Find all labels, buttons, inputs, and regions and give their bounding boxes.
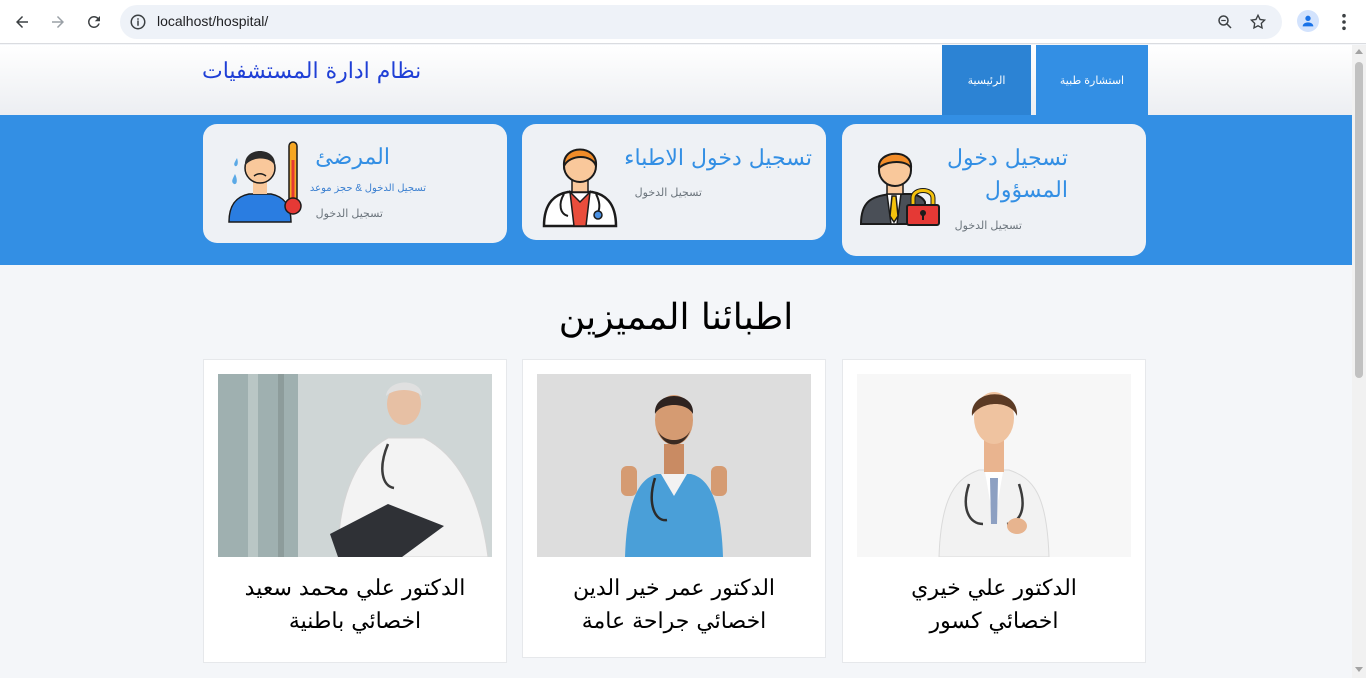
- doctor-name: الدكتور عمر خير الدين: [572, 576, 776, 601]
- patient-login-card[interactable]: المرضئ تسجيل الدخول & حجز موعد تسجيل الد…: [203, 124, 507, 243]
- kebab-menu-icon[interactable]: [1334, 8, 1354, 36]
- login-link[interactable]: تسجيل الدخول: [316, 207, 383, 220]
- doctor-specialty: اخصائي كسور: [929, 609, 1059, 634]
- url-text[interactable]: localhost/hospital/: [157, 13, 268, 29]
- reload-icon[interactable]: [76, 4, 112, 40]
- address-bar[interactable]: localhost/hospital/: [120, 5, 1282, 39]
- login-band: تسجيل دخول المسؤول تسجيل الدخول تسجيل دخ…: [0, 115, 1352, 265]
- page-content: نظام ادارة المستشفيات استشارة طبية الرئي…: [0, 45, 1352, 678]
- admin-login-card[interactable]: تسجيل دخول المسؤول تسجيل الدخول: [842, 124, 1146, 256]
- doctor-card[interactable]: الدكتور علي خيري اخصائي كسور: [842, 359, 1146, 663]
- card-subtitle: تسجيل الدخول & حجز موعد: [309, 183, 426, 194]
- doctor-card[interactable]: الدكتور علي محمد سعيد اخصائي باطنية: [203, 359, 507, 663]
- doctor-name: الدكتور علي محمد سعيد: [244, 576, 466, 601]
- arrow-right-icon[interactable]: [40, 4, 76, 40]
- site-brand[interactable]: نظام ادارة المستشفيات: [202, 59, 421, 84]
- card-title: تسجيل دخول المسؤول: [947, 146, 1068, 203]
- zoom-icon[interactable]: [1215, 12, 1235, 32]
- doctor-photo: [218, 374, 492, 557]
- scroll-up-icon[interactable]: [1355, 49, 1363, 54]
- info-icon[interactable]: [128, 12, 148, 32]
- card-title: تسجيل دخول الاطباء: [624, 146, 812, 171]
- doctor-login-card[interactable]: تسجيل دخول الاطباء تسجيل الدخول: [522, 124, 826, 240]
- doctor-photo: [857, 374, 1131, 557]
- doctor-icon: [542, 148, 618, 228]
- arrow-left-icon[interactable]: [4, 4, 40, 40]
- scroll-down-icon[interactable]: [1355, 667, 1363, 672]
- page-scrollbar[interactable]: [1352, 45, 1366, 678]
- doctor-specialty: اخصائي جراحة عامة: [581, 609, 767, 634]
- doctor-specialty: اخصائي باطنية: [288, 609, 422, 634]
- admin-lock-icon: [859, 152, 940, 226]
- sick-patient-icon: [228, 141, 302, 223]
- doctor-photo: [537, 374, 811, 557]
- login-link[interactable]: تسجيل الدخول: [635, 186, 702, 199]
- login-link[interactable]: تسجيل الدخول: [955, 219, 1022, 232]
- doctor-name: الدكتور علي خيري: [911, 576, 1077, 601]
- site-header: نظام ادارة المستشفيات استشارة طبية الرئي…: [0, 45, 1352, 115]
- card-title: المرضئ: [315, 145, 390, 170]
- nav-consultation[interactable]: استشارة طبية: [1036, 45, 1148, 115]
- scroll-thumb[interactable]: [1355, 62, 1363, 378]
- nav-home[interactable]: الرئيسية: [942, 45, 1031, 115]
- doctor-card[interactable]: الدكتور عمر خير الدين اخصائي جراحة عامة: [522, 359, 826, 658]
- star-icon[interactable]: [1248, 12, 1268, 32]
- person-icon[interactable]: [1297, 10, 1319, 32]
- browser-toolbar: localhost/hospital/: [0, 0, 1366, 44]
- doctors-section-title: اطبائنا المميزين: [558, 297, 794, 338]
